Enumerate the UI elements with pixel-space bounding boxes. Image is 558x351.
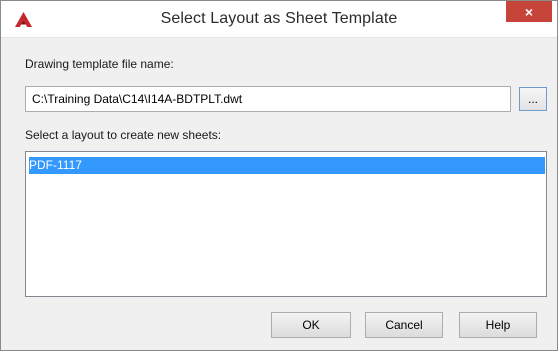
help-button[interactable]: Help bbox=[459, 312, 537, 338]
title-bar[interactable]: Select Layout as Sheet Template × bbox=[1, 1, 557, 38]
layout-list-item[interactable]: PDF-1117 bbox=[29, 157, 545, 174]
ellipsis-icon: ... bbox=[527, 92, 538, 106]
select-layout-dialog: Select Layout as Sheet Template × Drawin… bbox=[0, 0, 558, 351]
template-file-label: Drawing template file name: bbox=[25, 57, 174, 71]
ok-button[interactable]: OK bbox=[271, 312, 351, 338]
dialog-title: Select Layout as Sheet Template bbox=[160, 10, 398, 27]
template-file-input[interactable] bbox=[25, 86, 511, 112]
close-button[interactable]: × bbox=[506, 1, 552, 22]
browse-button[interactable]: ... bbox=[519, 87, 547, 111]
layout-list-label: Select a layout to create new sheets: bbox=[25, 128, 222, 142]
close-icon: × bbox=[524, 3, 534, 20]
layout-list[interactable]: PDF-1117 bbox=[25, 151, 547, 297]
cancel-button[interactable]: Cancel bbox=[365, 312, 443, 338]
